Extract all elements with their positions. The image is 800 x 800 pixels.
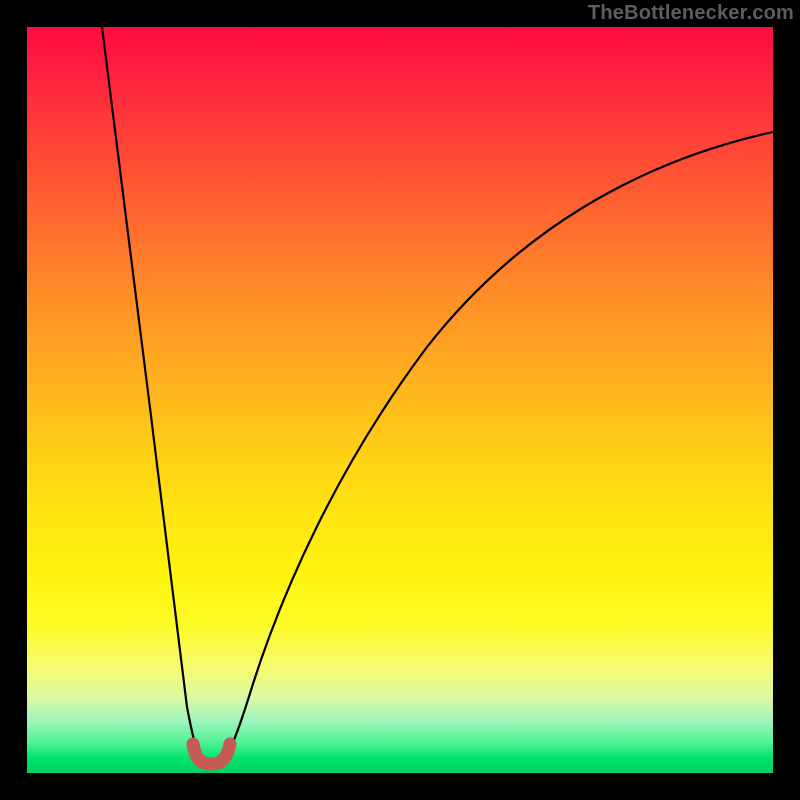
watermark-text: TheBottlenecker.com: [588, 2, 794, 25]
chart-frame: TheBottlenecker.com: [0, 0, 800, 800]
gradient-background: [27, 27, 773, 773]
plot-area: [27, 27, 773, 773]
